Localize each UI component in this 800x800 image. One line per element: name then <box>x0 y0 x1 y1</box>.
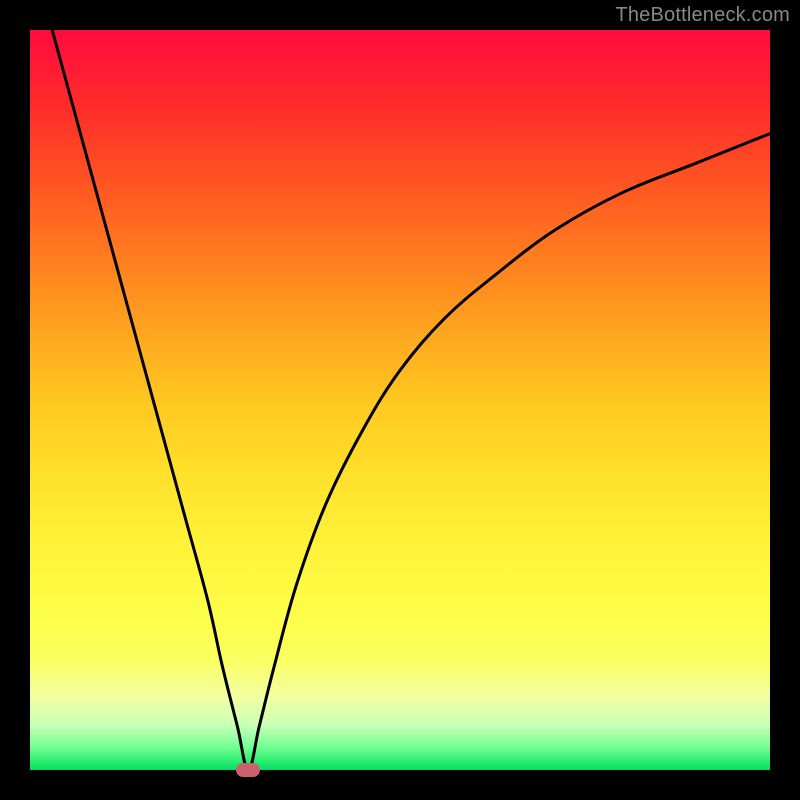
optimal-marker <box>236 763 260 777</box>
watermark-text: TheBottleneck.com <box>615 4 790 27</box>
bottleneck-curve <box>30 30 770 770</box>
plot-area <box>30 30 770 770</box>
chart-frame: TheBottleneck.com <box>0 0 800 800</box>
curve-path <box>52 30 770 770</box>
